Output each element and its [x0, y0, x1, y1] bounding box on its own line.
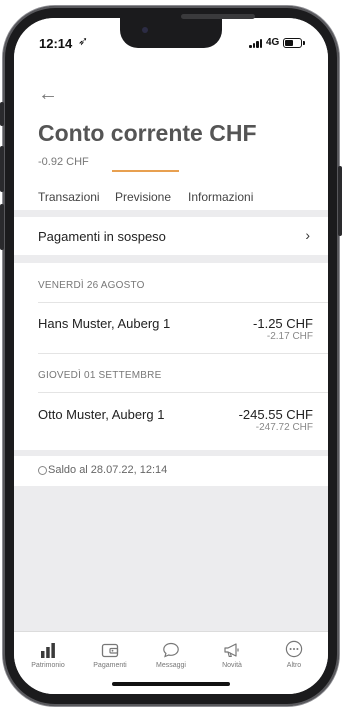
tab-altro[interactable]: Altro: [266, 640, 322, 669]
transaction-balance: -2.17 CHF: [266, 331, 313, 342]
location-icon: ➶: [78, 34, 89, 48]
phone-frame: 12:14 ➶ 4G ← Conto corrente CHF -0.92 CH…: [0, 6, 342, 706]
megaphone-icon: [204, 640, 260, 658]
account-balance: -0.92 CHF: [38, 156, 89, 168]
wallet-icon: [82, 640, 138, 658]
transaction-name: Otto Muster, Auberg 1: [38, 407, 165, 422]
tab-label: Pagamenti: [93, 662, 127, 669]
bottom-tab-bar: Patrimonio Pagamenti Messaggi Novità Alt…: [14, 631, 328, 694]
speaker-grille: [181, 14, 255, 19]
back-arrow-icon[interactable]: ←: [38, 84, 58, 104]
date-header: VENERDÌ 26 AGOSTO: [38, 280, 145, 291]
divider: [38, 302, 328, 303]
volume-down-button: [0, 204, 4, 250]
date-header: GIOVEDÌ 01 SETTEMBRE: [38, 370, 162, 381]
transaction-balance: -247.72 CHF: [255, 422, 313, 433]
tab-label: Novità: [222, 662, 242, 669]
signal-icon: [249, 38, 263, 48]
more-icon: [266, 640, 322, 658]
tab-label: Patrimonio: [31, 662, 65, 669]
network-type: 4G: [266, 37, 280, 48]
tab-previsione[interactable]: Previsione: [115, 190, 171, 204]
tab-transazioni[interactable]: Transazioni: [38, 190, 100, 204]
pending-payments-row[interactable]: Pagamenti in sospeso ›: [14, 217, 328, 255]
power-button: [338, 166, 342, 236]
volume-up-button: [0, 146, 4, 192]
tab-informazioni[interactable]: Informazioni: [188, 190, 253, 204]
divider: [38, 392, 328, 393]
pending-payments-label: Pagamenti in sospeso: [38, 229, 166, 244]
transaction-amount: -245.55 CHF: [238, 407, 313, 422]
chat-bubble-icon: [143, 640, 199, 658]
balance-note: Saldo al 28.07.22, 12:14: [14, 456, 328, 486]
clock-icon: [38, 466, 47, 475]
mute-switch: [0, 102, 4, 126]
screen: 12:14 ➶ 4G ← Conto corrente CHF -0.92 CH…: [14, 18, 328, 694]
chevron-right-icon: ›: [305, 227, 310, 243]
tab-label: Altro: [286, 662, 302, 669]
bar-chart-icon: [20, 640, 76, 658]
status-time: 12:14: [39, 36, 73, 51]
forecast-list: VENERDÌ 26 AGOSTO Hans Muster, Auberg 1 …: [14, 263, 328, 450]
account-header: ← Conto corrente CHF -0.92 CHF Transazio…: [14, 62, 328, 210]
home-indicator[interactable]: [112, 682, 230, 686]
tab-pagamenti[interactable]: Pagamenti: [82, 640, 138, 669]
tab-messaggi[interactable]: Messaggi: [143, 640, 199, 669]
camera: [142, 27, 148, 33]
transaction-name: Hans Muster, Auberg 1: [38, 316, 171, 331]
tab-novita[interactable]: Novità: [204, 640, 260, 669]
balance-timestamp: Saldo al 28.07.22, 12:14: [48, 464, 168, 476]
page-title: Conto corrente CHF: [38, 120, 257, 146]
divider: [38, 353, 328, 354]
active-tab-indicator: [112, 170, 179, 172]
notch: [120, 18, 222, 48]
tab-patrimonio[interactable]: Patrimonio: [20, 640, 76, 669]
tab-label: Messaggi: [156, 662, 186, 669]
battery-icon: [283, 38, 305, 48]
transaction-amount: -1.25 CHF: [253, 316, 313, 331]
